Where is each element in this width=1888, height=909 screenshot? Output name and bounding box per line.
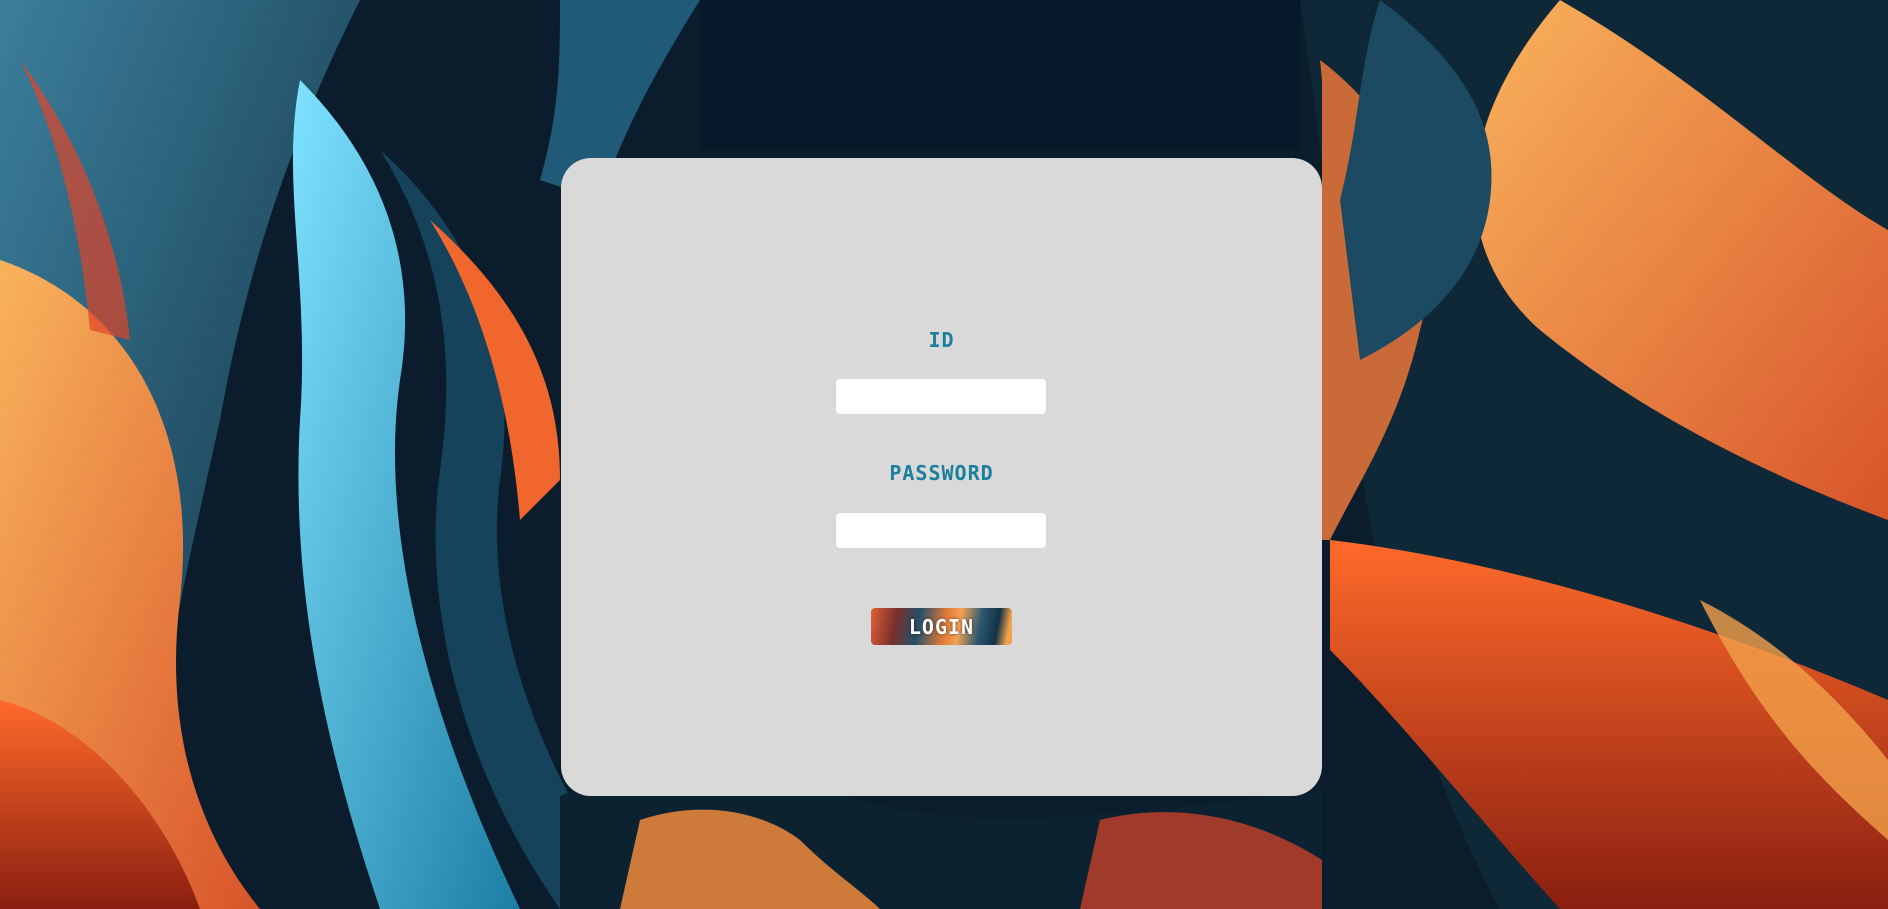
login-card: ID PASSWORD LOGIN (561, 158, 1322, 796)
id-input[interactable] (836, 379, 1046, 414)
password-label: PASSWORD (889, 461, 994, 485)
password-input[interactable] (836, 513, 1046, 548)
login-button[interactable]: LOGIN (871, 608, 1012, 645)
login-button-label: LOGIN (908, 614, 975, 639)
id-label: ID (928, 328, 955, 352)
